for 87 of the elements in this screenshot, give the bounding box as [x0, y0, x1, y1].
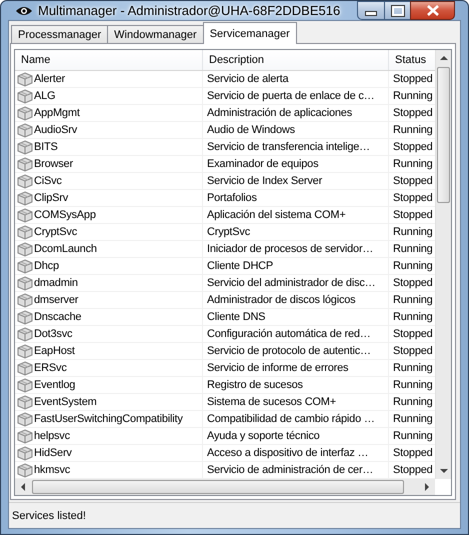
- service-description: Registro de sucesos: [203, 377, 389, 393]
- service-name: Browser: [34, 158, 73, 170]
- service-name: hkmsvc: [34, 464, 70, 476]
- service-description: Iniciador de procesos de servidor…: [203, 241, 389, 257]
- minimize-icon: [365, 11, 377, 16]
- maximize-button[interactable]: [384, 1, 410, 20]
- service-name: CiSvc: [34, 175, 62, 187]
- service-name: Dot3svc: [34, 328, 72, 340]
- service-name: BITS: [34, 141, 58, 153]
- service-description: Servicio de protocolo de autentic…: [203, 343, 389, 359]
- cube-icon: [17, 276, 33, 290]
- service-name: EapHost: [34, 345, 75, 357]
- cube-icon: [17, 156, 33, 172]
- cube-icon: [17, 344, 33, 358]
- cube-icon: [17, 242, 33, 256]
- cube-icon: [17, 190, 33, 206]
- cube-icon: [17, 378, 33, 392]
- column-header[interactable]: Description: [203, 50, 389, 70]
- cube-icon: [17, 412, 33, 426]
- service-name: FastUserSwitchingCompatibility: [34, 413, 183, 425]
- service-description: Servicio de administración de cer…: [203, 462, 389, 478]
- service-description: Servicio de transferencia intelige…: [203, 139, 389, 155]
- cube-icon: [17, 208, 33, 222]
- service-description: Administrador de discos lógicos: [203, 292, 389, 308]
- eye-icon: [16, 6, 32, 16]
- cube-icon: [17, 310, 33, 324]
- cube-icon: [17, 292, 33, 308]
- service-name: ALG: [34, 90, 56, 102]
- cube-icon: [17, 106, 33, 120]
- service-description: Audio de Windows: [203, 122, 389, 138]
- column-header[interactable]: Name: [15, 50, 203, 70]
- service-description: Compatibilidad de cambio rápido …: [203, 411, 389, 427]
- service-description: Servicio de alerta: [203, 71, 389, 87]
- service-description: Configuración automática de red…: [203, 326, 389, 342]
- service-description: Examinador de equipos: [203, 156, 389, 172]
- cube-icon: [17, 428, 33, 444]
- cube-icon: [17, 258, 33, 274]
- service-description: Administración de aplicaciones: [203, 105, 389, 121]
- vertical-scrollbar[interactable]: [435, 50, 451, 479]
- service-description: Portafolios: [203, 190, 389, 206]
- horizontal-scrollbar[interactable]: [15, 479, 435, 495]
- service-description: Servicio de informe de errores: [203, 360, 389, 376]
- minimize-button[interactable]: [357, 1, 384, 20]
- service-name: Dnscache: [34, 311, 82, 323]
- tab[interactable]: Processmanager: [11, 25, 108, 43]
- cube-icon: [17, 446, 33, 460]
- service-name: dmserver: [34, 294, 78, 306]
- cube-icon: [17, 140, 33, 154]
- service-description: Sistema de sucesos COM+: [203, 394, 389, 410]
- service-name: HidServ: [34, 447, 72, 459]
- cube-icon: [17, 326, 33, 342]
- service-description: Cliente DNS: [203, 309, 389, 325]
- service-name: AppMgmt: [34, 107, 80, 119]
- cube-icon: [17, 174, 33, 188]
- window-title: Multimanager - Administrador@UHA-68F2DDBE516: [38, 3, 342, 18]
- cube-icon: [17, 88, 33, 104]
- service-name: Dhcp: [34, 260, 59, 272]
- cube-icon: [17, 462, 33, 478]
- service-description: CryptSvc: [203, 224, 389, 240]
- service-name: COMSysApp: [34, 209, 96, 221]
- service-name: ClipSrv: [34, 192, 68, 204]
- maximize-icon: [392, 6, 404, 16]
- service-description: Acceso a dispositivo de interfaz …: [203, 445, 389, 461]
- tab[interactable]: Servicemanager: [202, 22, 297, 44]
- tab[interactable]: Windowmanager: [107, 25, 204, 43]
- close-button[interactable]: [410, 1, 455, 20]
- service-name: CryptSvc: [34, 226, 78, 238]
- status-text: Services listed!: [12, 510, 86, 522]
- service-description: Servicio del administrador de disc…: [203, 275, 389, 291]
- cube-icon: [17, 122, 33, 138]
- cube-icon: [17, 224, 33, 240]
- service-description: Cliente DHCP: [203, 258, 389, 274]
- cube-icon: [17, 394, 33, 410]
- service-name: ERSvc: [34, 362, 67, 374]
- cube-icon: [17, 360, 33, 376]
- service-name: AudioSrv: [34, 124, 78, 136]
- service-name: EventSystem: [34, 396, 97, 408]
- service-name: DcomLaunch: [34, 243, 97, 255]
- service-description: Ayuda y soporte técnico: [203, 428, 389, 444]
- service-description: Servicio de Index Server: [203, 173, 389, 189]
- service-description: Servicio de puerta de enlace de c…: [203, 88, 389, 104]
- service-description: Aplicación del sistema COM+: [203, 207, 389, 223]
- close-icon: [426, 5, 438, 16]
- service-name: dmadmin: [34, 277, 78, 289]
- service-name: Eventlog: [34, 379, 76, 391]
- service-name: helpsvc: [34, 430, 70, 442]
- service-name: Alerter: [34, 73, 65, 85]
